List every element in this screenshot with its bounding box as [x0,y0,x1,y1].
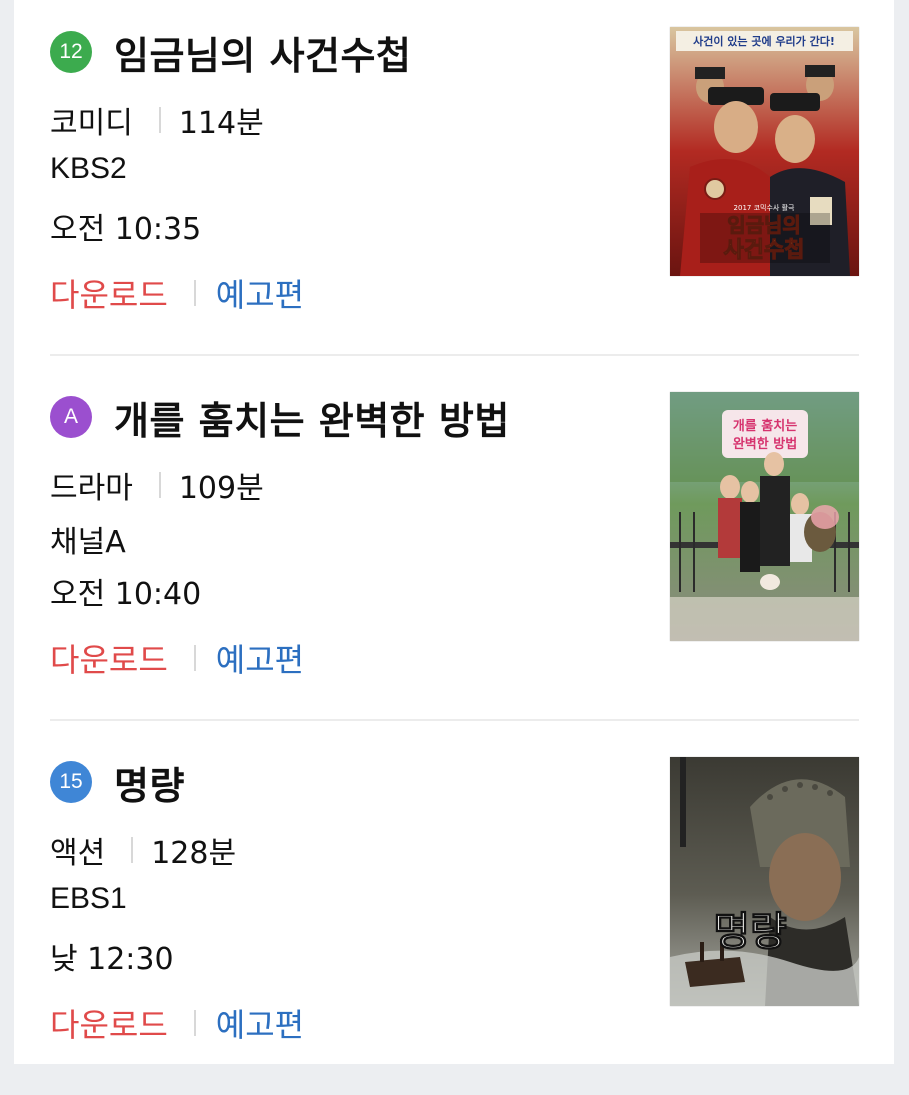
meta-row: 액션 128분 [50,828,236,872]
actions-row: 다운로드 예고편 [50,1000,304,1046]
genre-label: 드라마 [50,471,133,506]
action-separator [193,1010,196,1036]
poster-note: 2017 코믹수사 활극 [734,203,795,212]
poster-title-line2: 사건수첩 [724,238,805,263]
movie-poster[interactable]: 개를 훔치는 완벽한 방법 [670,392,859,641]
airtime-label: 낮 12:30 [50,942,174,977]
age-rating-badge: 12 [50,31,92,73]
movie-schedule-panel: 12 임금님의 사건수첩 코미디 114분 KBS2 오전 10:35 다운로드… [14,0,894,1064]
actions-row: 다운로드 예고편 [50,270,304,316]
movie-title[interactable]: 임금님의 사건수첩 [114,25,411,80]
action-separator [193,645,196,671]
meta-separator [158,107,161,133]
channel-label: EBS1 [50,882,127,915]
duration-label: 128분 [151,836,237,871]
poster-tagline: 사건이 있는 곳에 우리가 간다! [693,34,835,48]
movie-title[interactable]: 명량 [114,755,185,810]
poster-title-line1: 개를 훔치는 [733,418,797,434]
channel-label: 채널A [50,525,126,560]
movie-poster[interactable]: 명량 [670,757,859,1006]
download-link[interactable]: 다운로드 [50,270,168,316]
download-link[interactable]: 다운로드 [50,635,168,681]
trailer-link[interactable]: 예고편 [216,635,304,681]
movie-item[interactable]: A 개를 훔치는 완벽한 방법 드라마 109분 채널A 오전 10:40 다운… [50,365,859,730]
duration-label: 109분 [178,471,264,506]
meta-row: 드라마 109분 [50,463,264,507]
title-row: 15 명량 [50,758,185,808]
download-link[interactable]: 다운로드 [50,1000,168,1046]
poster-title-line2: 완벽한 방법 [733,436,797,452]
action-separator [193,280,196,306]
title-row: 12 임금님의 사건수첩 [50,28,411,78]
actions-row: 다운로드 예고편 [50,635,304,681]
meta-row: 코미디 114분 [50,98,264,142]
movie-item[interactable]: 12 임금님의 사건수첩 코미디 114분 KBS2 오전 10:35 다운로드… [50,0,859,365]
poster-title-line1: 임금님의 [727,213,801,237]
trailer-link[interactable]: 예고편 [216,1000,304,1046]
genre-label: 액션 [50,836,106,871]
airtime-label: 오전 10:35 [50,212,202,247]
item-divider [50,719,859,721]
meta-separator [158,472,161,498]
movie-title[interactable]: 개를 훔치는 완벽한 방법 [114,390,510,445]
age-rating-badge: A [50,396,92,438]
title-row: A 개를 훔치는 완벽한 방법 [50,393,510,443]
genre-label: 코미디 [50,106,133,141]
movie-item[interactable]: 15 명량 액션 128분 EBS1 낮 12:30 다운로드 예고편 명량 [50,730,859,1095]
duration-label: 114분 [178,106,264,141]
trailer-link[interactable]: 예고편 [216,270,304,316]
poster-title: 명량 [713,909,787,955]
airtime-label: 오전 10:40 [50,577,202,612]
item-divider [50,354,859,356]
meta-separator [131,837,134,863]
movie-poster[interactable]: 사건이 있는 곳에 우리가 간다! 2017 코믹수사 활극 임금님의 사건수첩 [670,27,859,276]
channel-label: KBS2 [50,152,127,185]
age-rating-badge: 15 [50,761,92,803]
